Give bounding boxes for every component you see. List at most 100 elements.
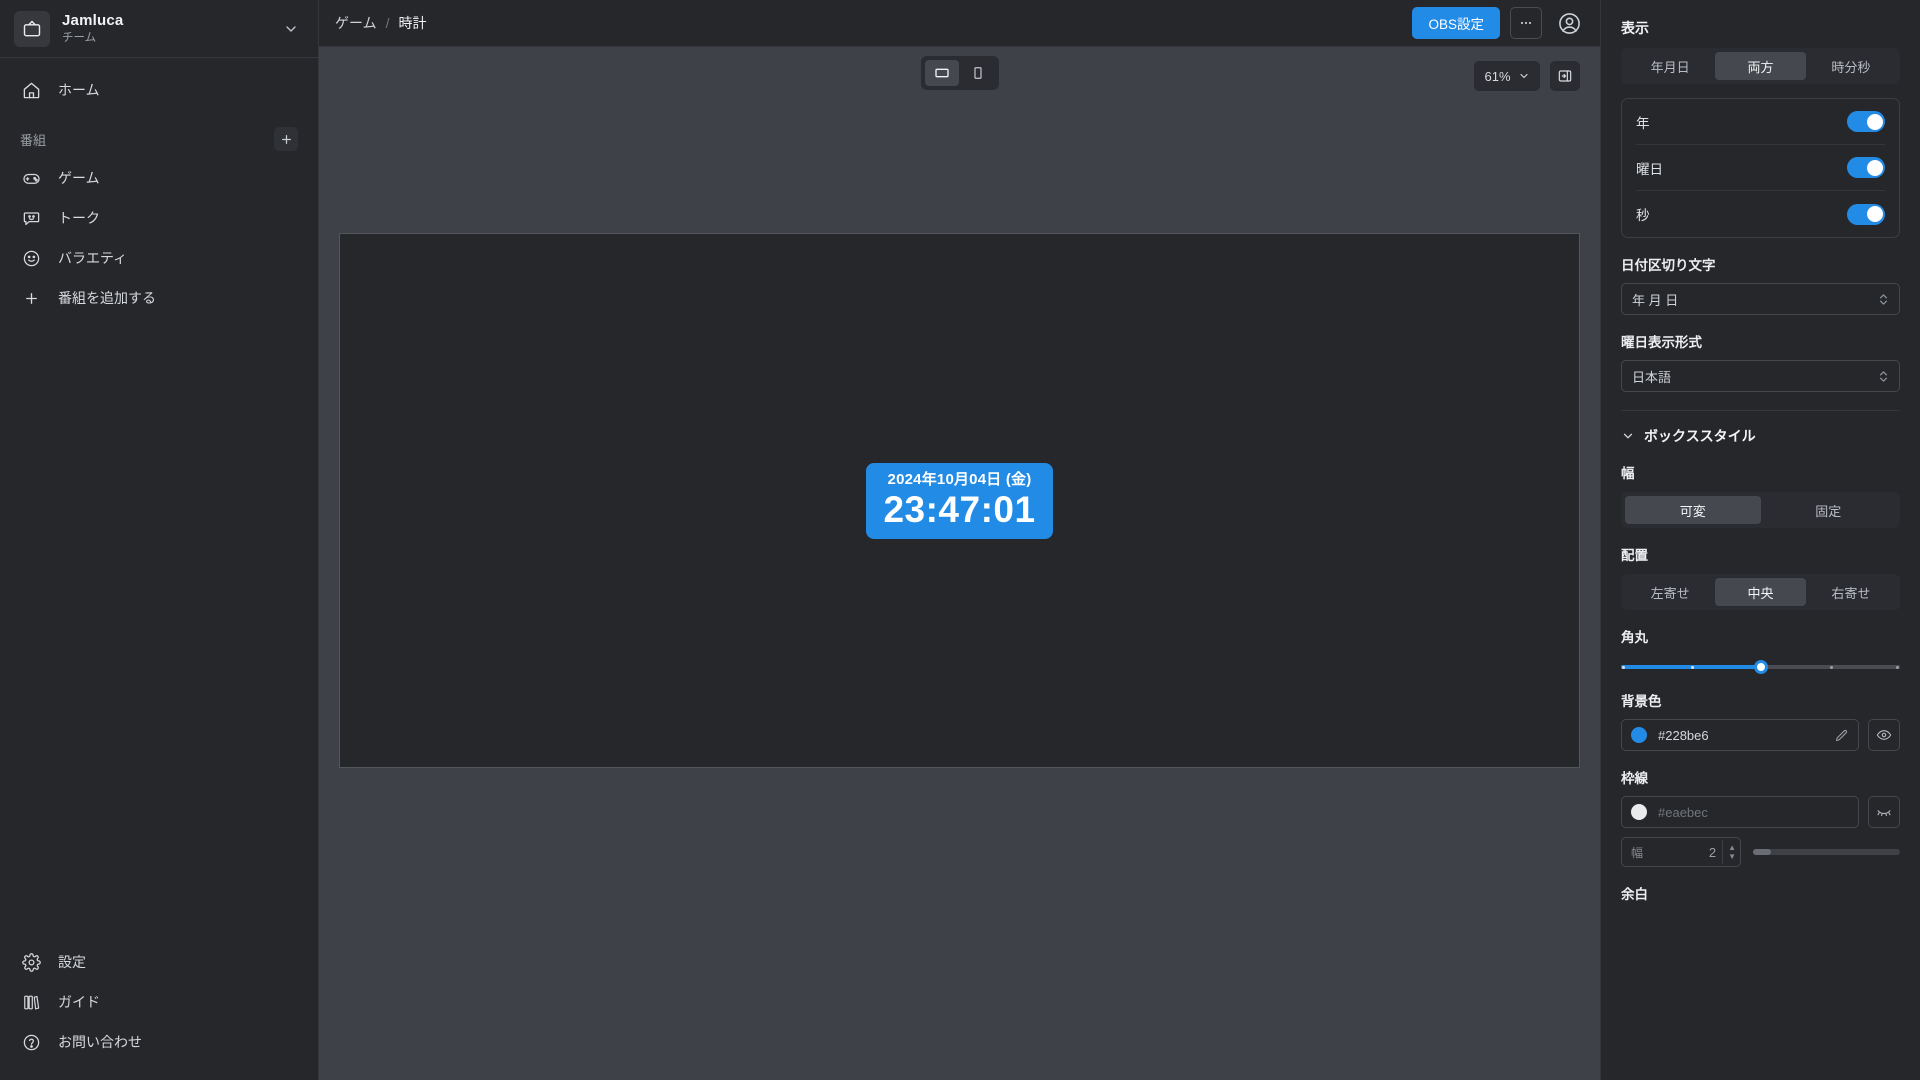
toggle-row-seconds: 秒 (1636, 191, 1885, 237)
display-mode-group: 年月日 両方 時分秒 (1621, 48, 1900, 84)
sidebar-item-variety[interactable]: バラエティ (0, 238, 318, 278)
border-field: 枠線 #eaebec 幅 2 ▲ ▼ (1621, 767, 1900, 867)
border-color-input[interactable]: #eaebec (1621, 796, 1859, 828)
pencil-icon[interactable] (1834, 728, 1849, 743)
sidebar-item-game[interactable]: ゲーム (0, 158, 318, 198)
date-separator-select[interactable]: 年 月 日 (1621, 283, 1900, 315)
display-mode-both[interactable]: 両方 (1715, 52, 1806, 80)
sidebar-group-title: 番組 (20, 132, 47, 148)
eye-off-icon[interactable] (1868, 796, 1900, 828)
display-section-title: 表示 (1621, 20, 1649, 36)
more-options-button[interactable] (1510, 7, 1542, 39)
toggle-row-year: 年 (1636, 99, 1885, 145)
border-label: 枠線 (1621, 771, 1648, 786)
sidebar-item-label: トーク (58, 210, 100, 226)
date-separator-value: 年 月 日 (1632, 292, 1679, 308)
weekday-format-select[interactable]: 日本語 (1621, 360, 1900, 392)
sidebar-item-label: ゲーム (58, 170, 100, 186)
chevron-up-icon[interactable]: ▲ (1728, 844, 1736, 852)
box-align-left[interactable]: 左寄せ (1625, 578, 1715, 606)
sidebar-item-label: お問い合わせ (58, 1034, 142, 1050)
breadcrumb-item-game[interactable]: ゲーム (335, 13, 377, 33)
zoom-level-select[interactable]: 61% (1474, 61, 1540, 91)
box-width-label: 幅 (1621, 466, 1635, 481)
landscape-icon[interactable] (924, 60, 959, 86)
display-mode-time[interactable]: 時分秒 (1806, 52, 1896, 80)
toggle-seconds[interactable] (1847, 203, 1885, 225)
toggle-label: 年 (1636, 115, 1650, 131)
box-width-variable[interactable]: 可変 (1625, 496, 1761, 524)
toggle-knob (1866, 159, 1883, 176)
border-color-value: #eaebec (1658, 804, 1708, 820)
corner-radius-label: 角丸 (1621, 630, 1648, 645)
sidebar-item-talk[interactable]: トーク (0, 198, 318, 238)
chevron-down-icon[interactable]: ▼ (1728, 853, 1736, 861)
toggle-row-weekday: 曜日 (1636, 145, 1885, 191)
clock-date: 2024年10月04日 (金) (887, 470, 1032, 488)
gear-icon (20, 951, 42, 973)
team-subtitle: チーム (62, 31, 97, 44)
plus-square-icon (20, 287, 42, 309)
box-width-fixed[interactable]: 固定 (1761, 496, 1897, 524)
display-toggles-card: 年 曜日 秒 (1621, 98, 1900, 238)
question-circle-icon (20, 1031, 42, 1053)
tv-icon (14, 10, 50, 47)
sidebar-item-add-program[interactable]: 番組を追加する (0, 278, 318, 318)
sidebar-item-settings[interactable]: 設定 (0, 942, 318, 982)
chat-icon (20, 207, 42, 229)
add-program-button[interactable] (274, 127, 298, 151)
clock-widget[interactable]: 2024年10月04日 (金) 23:47:01 (866, 462, 1053, 539)
portrait-icon[interactable] (961, 60, 995, 86)
display-mode-date[interactable]: 年月日 (1625, 52, 1715, 80)
main-area: ゲーム / 時計 OBS設定 61% 2024年10月04日 (金) 23:47… (319, 0, 1600, 1080)
box-align-label: 配置 (1621, 548, 1648, 563)
user-circle-icon[interactable] (1552, 6, 1586, 40)
obs-settings-button[interactable]: OBS設定 (1412, 7, 1500, 39)
box-align-right[interactable]: 右寄せ (1806, 578, 1896, 606)
date-separator-field: 日付区切り文字 年 月 日 (1621, 254, 1900, 315)
toggle-label: 秒 (1636, 208, 1650, 223)
sidebar-item-label: 設定 (58, 954, 86, 970)
eye-icon[interactable] (1868, 719, 1900, 751)
background-color-input[interactable]: #228be6 (1621, 719, 1859, 751)
box-align-field: 配置 左寄せ 中央 右寄せ (1621, 544, 1900, 610)
sidebar-item-label: バラエティ (58, 250, 128, 266)
sidebar-item-contact[interactable]: お問い合わせ (0, 1022, 318, 1062)
toggle-year[interactable] (1847, 111, 1885, 132)
chevron-updown-icon (1878, 369, 1889, 384)
chevron-down-icon (1518, 70, 1530, 82)
sidebar: Jamluca チーム ホーム 番組 ゲーム トーク バラエティ 番組を追加する… (0, 0, 319, 1080)
box-style-title: ボックススタイル (1644, 428, 1756, 444)
team-name: Jamluca (62, 12, 124, 30)
app-root: Jamluca チーム ホーム 番組 ゲーム トーク バラエティ 番組を追加する… (0, 0, 1920, 1080)
sidebar-item-guide[interactable]: ガイド (0, 982, 318, 1022)
stepper-arrows[interactable]: ▲ ▼ (1722, 840, 1736, 864)
slider-tick (1690, 665, 1694, 669)
preview-canvas[interactable]: 2024年10月04日 (金) 23:47:01 (339, 233, 1580, 768)
color-swatch (1631, 727, 1647, 743)
box-align-center[interactable]: 中央 (1715, 578, 1806, 606)
sidebar-footer-nav: 設定 ガイド お問い合わせ (0, 942, 318, 1080)
slider-tick (1896, 665, 1899, 669)
toggle-weekday[interactable] (1847, 157, 1885, 178)
border-width-value: 2 (1708, 844, 1717, 860)
toggle-label: 曜日 (1636, 161, 1663, 177)
panel-collapse-icon[interactable] (1550, 61, 1580, 91)
breadcrumb-item-clock[interactable]: 時計 (398, 13, 426, 33)
border-width-slider[interactable] (1753, 849, 1900, 855)
border-width-stepper[interactable]: 幅 2 ▲ ▼ (1621, 837, 1741, 867)
weekday-format-value: 日本語 (1632, 369, 1672, 385)
box-width-field: 幅 可変 固定 (1621, 462, 1900, 528)
date-separator-label: 日付区切り文字 (1621, 258, 1716, 273)
chevron-down-icon (1621, 429, 1635, 443)
sidebar-item-label: 番組を追加する (58, 290, 156, 306)
slider-thumb[interactable] (1753, 660, 1768, 674)
corner-radius-slider[interactable] (1621, 660, 1900, 674)
sidebar-item-home[interactable]: ホーム (0, 70, 318, 110)
box-style-section-header[interactable]: ボックススタイル (1621, 426, 1900, 446)
chevron-down-icon[interactable] (278, 16, 304, 42)
team-switcher[interactable]: Jamluca チーム (0, 0, 318, 58)
toggle-knob (1866, 113, 1883, 130)
border-color-row: #eaebec (1621, 796, 1900, 828)
books-icon (20, 991, 42, 1013)
